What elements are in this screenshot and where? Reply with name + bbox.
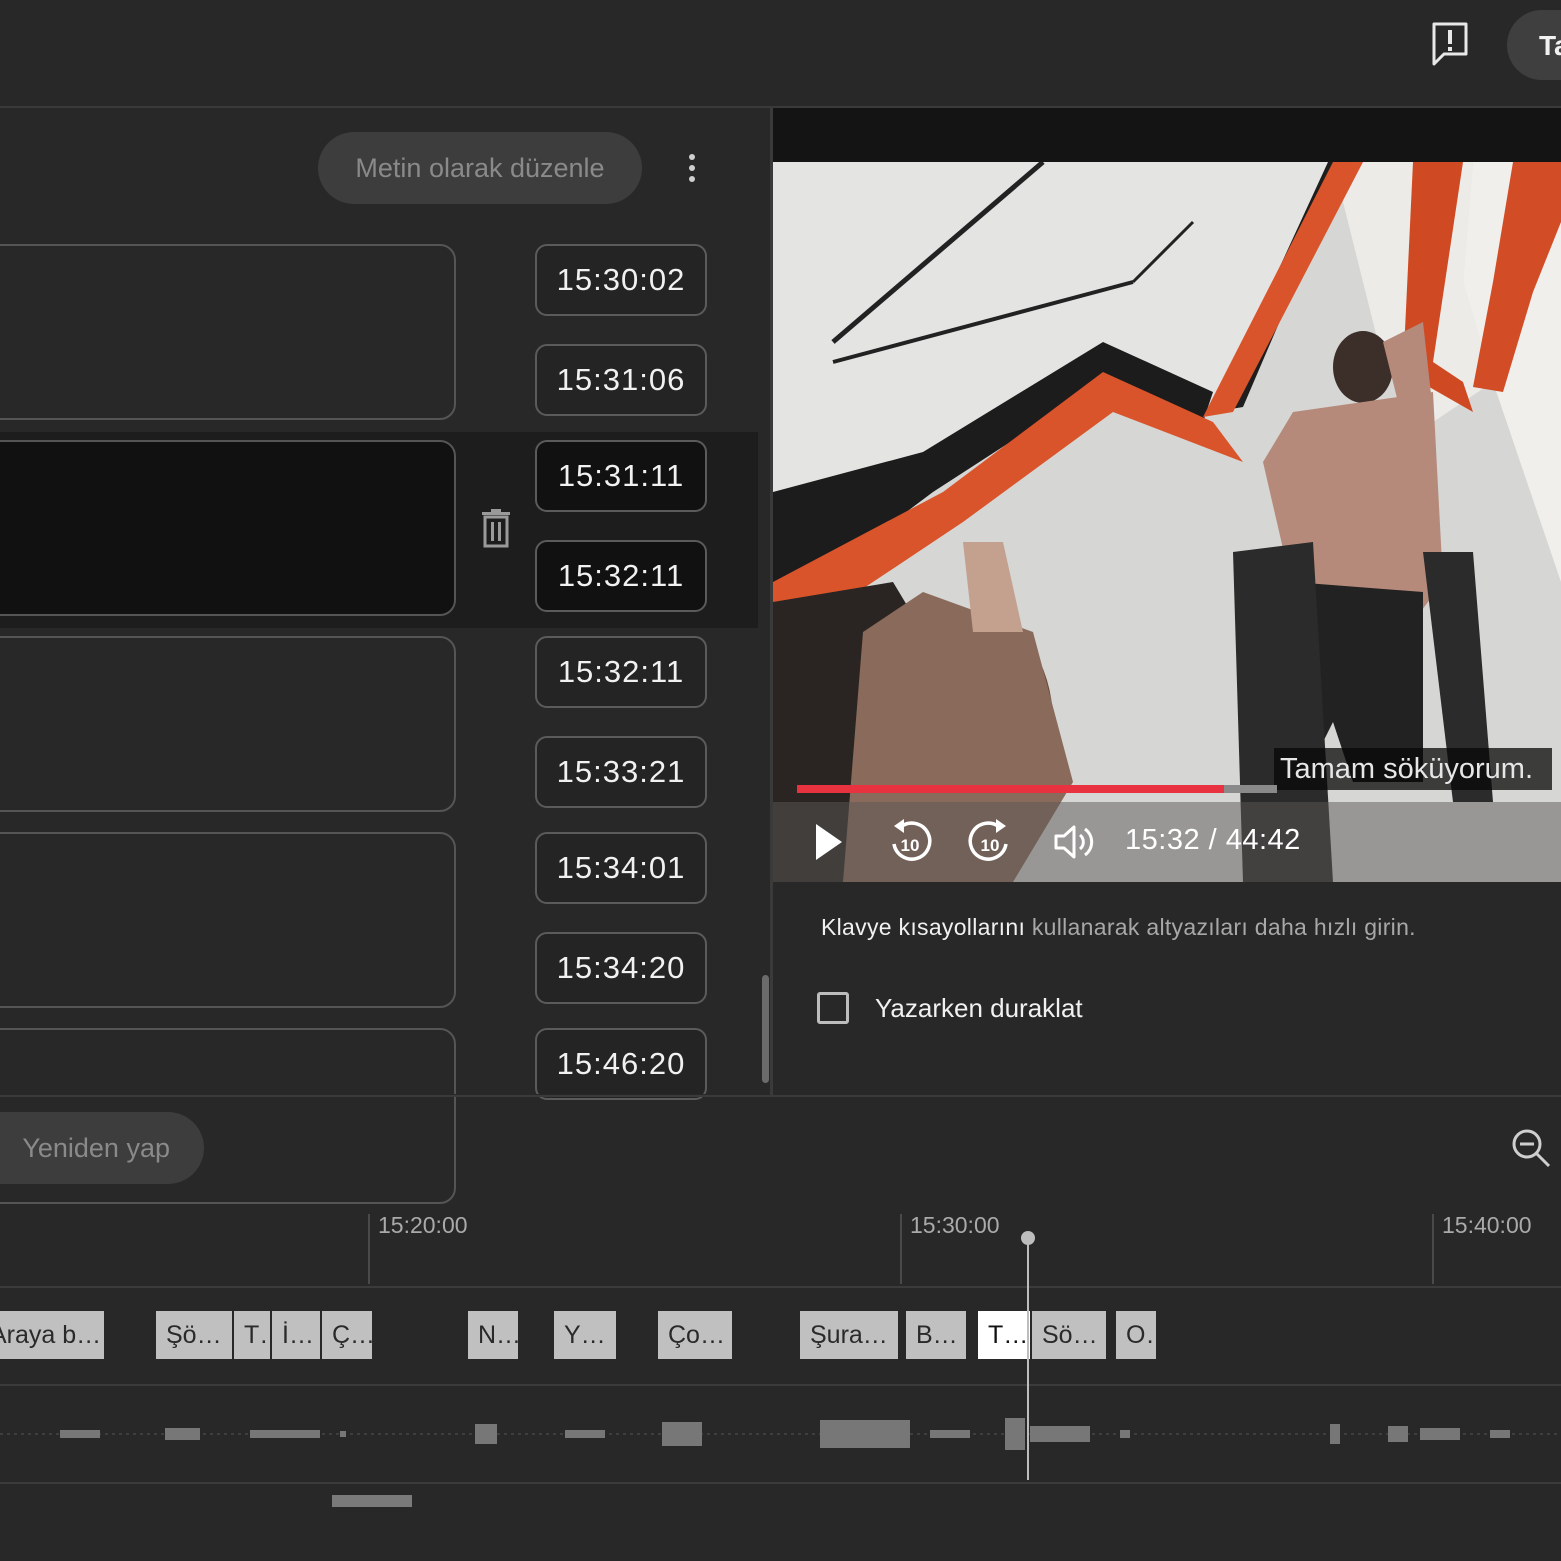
subtitle-text-field[interactable] <box>0 244 456 420</box>
subtitle-chip-active[interactable]: T… <box>978 1311 1030 1359</box>
keyboard-shortcuts-link[interactable]: Klavye kısayollarını <box>821 914 1025 940</box>
redo-button[interactable]: Yeniden yap <box>0 1112 204 1184</box>
start-time-field[interactable]: 15:31:11 <box>535 440 707 512</box>
audio-waveform <box>0 1400 1561 1470</box>
subtitle-chip[interactable]: Araya b… <box>0 1311 104 1359</box>
rewind-10-icon[interactable]: 10 <box>888 818 932 866</box>
subtitle-text-field-active[interactable] <box>0 440 456 616</box>
play-icon[interactable] <box>812 822 846 862</box>
playhead[interactable] <box>1027 1240 1029 1480</box>
start-time-field[interactable]: 15:46:20 <box>535 1028 707 1100</box>
subtitle-chip[interactable]: Ç… <box>322 1311 372 1359</box>
timeline-tick-label: 15:40:00 <box>1442 1212 1532 1238</box>
time-display: 15:32 / 44:42 <box>1125 824 1301 856</box>
subtitle-chip[interactable]: Şö… <box>156 1311 232 1359</box>
rewind-10-label: 10 <box>901 836 920 855</box>
forward-10-icon[interactable]: 10 <box>968 818 1012 866</box>
timeline-tick <box>900 1214 902 1284</box>
timeline-tick <box>368 1214 370 1284</box>
editor-scrollbar[interactable] <box>762 975 769 1083</box>
pause-while-typing-label: Yazarken duraklat <box>875 993 1083 1023</box>
more-options-icon[interactable] <box>676 150 708 186</box>
timeline-divider <box>0 1095 1561 1097</box>
subtitle-chip[interactable]: Şura… <box>800 1311 898 1359</box>
shortcut-hint-text: kullanarak altyazıları daha hızlı girin. <box>1025 914 1416 940</box>
subtitle-chip[interactable]: Y… <box>554 1311 616 1359</box>
timeline-tick-label: 15:20:00 <box>378 1212 468 1238</box>
timeline-tick-label: 15:30:00 <box>910 1212 1000 1238</box>
top-action-button-label: Ta <box>1539 30 1561 61</box>
start-time-field[interactable]: 15:34:01 <box>535 832 707 904</box>
subtitle-text-field[interactable] <box>0 636 456 812</box>
subtitle-chip[interactable]: Ço… <box>658 1311 732 1359</box>
timeline-row-divider <box>0 1286 1561 1288</box>
forward-10-label: 10 <box>981 836 1000 855</box>
subtitle-chip[interactable]: Sö… <box>1032 1311 1106 1359</box>
feedback-icon[interactable] <box>1428 20 1472 68</box>
timeline-row-divider <box>0 1384 1561 1386</box>
subtitle-chip[interactable]: İ… <box>272 1311 320 1359</box>
shortcut-hint: Klavye kısayollarını kullanarak altyazıl… <box>821 914 1416 941</box>
end-time-field[interactable]: 15:32:11 <box>535 540 707 612</box>
video-caption-overlay: Tamam söküyorum. <box>1274 748 1552 790</box>
timeline-scroll-thumb[interactable] <box>332 1495 412 1507</box>
end-time-field[interactable]: 15:33:21 <box>535 736 707 808</box>
subtitle-chip[interactable]: B… <box>906 1311 966 1359</box>
playhead-handle[interactable] <box>1021 1231 1035 1245</box>
timeline-tick <box>1432 1214 1434 1284</box>
start-time-field[interactable]: 15:30:02 <box>535 244 707 316</box>
pause-while-typing-checkbox[interactable] <box>817 992 849 1024</box>
end-time-field[interactable]: 15:34:20 <box>535 932 707 1004</box>
timeline-row-divider <box>0 1482 1561 1484</box>
edit-as-text-button[interactable]: Metin olarak düzenle <box>318 132 642 204</box>
trash-icon[interactable] <box>480 508 512 548</box>
subtitle-chip[interactable]: T… <box>234 1311 270 1359</box>
subtitle-text-field[interactable] <box>0 832 456 1008</box>
end-time-field[interactable]: 15:31:06 <box>535 344 707 416</box>
top-bar <box>0 0 1561 108</box>
subtitle-chip[interactable]: O… <box>1116 1311 1156 1359</box>
zoom-out-icon[interactable] <box>1510 1127 1552 1169</box>
subtitle-chip[interactable]: N… <box>468 1311 518 1359</box>
volume-icon[interactable] <box>1052 822 1096 862</box>
start-time-field[interactable]: 15:32:11 <box>535 636 707 708</box>
video-progress-fill <box>797 785 1224 793</box>
